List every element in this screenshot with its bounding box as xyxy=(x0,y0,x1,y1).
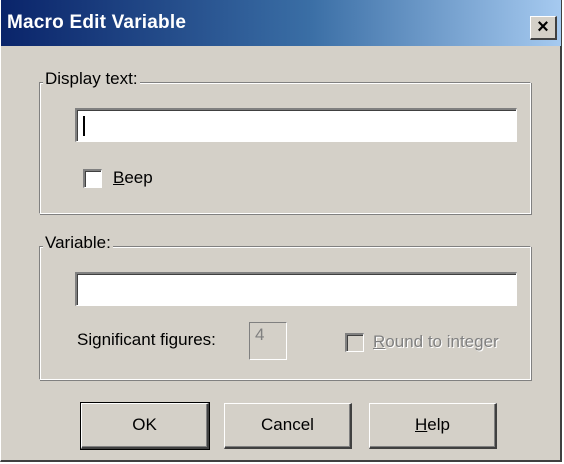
display-text-legend: Display text: xyxy=(43,69,140,89)
round-to-integer-label: Round to integer xyxy=(373,332,499,351)
close-icon[interactable]: × xyxy=(530,16,557,40)
beep-label[interactable]: Beep xyxy=(113,168,153,188)
beep-checkbox[interactable] xyxy=(83,169,102,188)
significant-figures-value: 4 xyxy=(255,325,265,344)
display-text-input[interactable] xyxy=(75,108,517,142)
title-bar[interactable]: Macro Edit Variable × xyxy=(1,0,561,46)
significant-figures-field: 4 xyxy=(249,322,287,360)
cancel-button[interactable]: Cancel xyxy=(224,403,352,449)
round-to-integer-checkbox xyxy=(345,333,364,352)
window-title: Macro Edit Variable xyxy=(7,12,187,33)
text-caret xyxy=(83,116,85,136)
significant-figures-label: Significant figures: xyxy=(77,330,216,349)
variable-input[interactable] xyxy=(75,272,517,306)
display-text-group xyxy=(39,82,531,214)
ok-button[interactable]: OK xyxy=(80,402,210,450)
variable-legend: Variable: xyxy=(43,233,113,253)
macro-edit-variable-dialog: Macro Edit Variable × Display text: Beep… xyxy=(0,0,562,462)
help-button[interactable]: Help xyxy=(369,403,497,449)
